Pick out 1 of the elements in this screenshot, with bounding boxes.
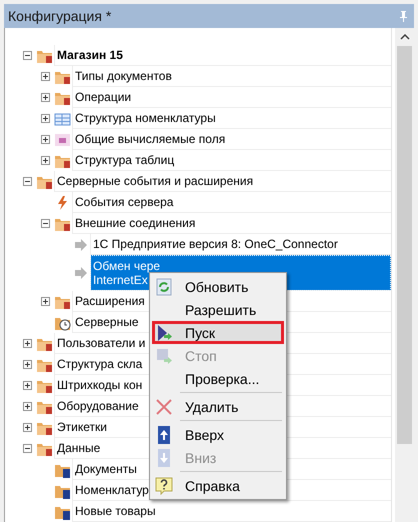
panel-title: Конфигурация *: [8, 8, 112, 24]
